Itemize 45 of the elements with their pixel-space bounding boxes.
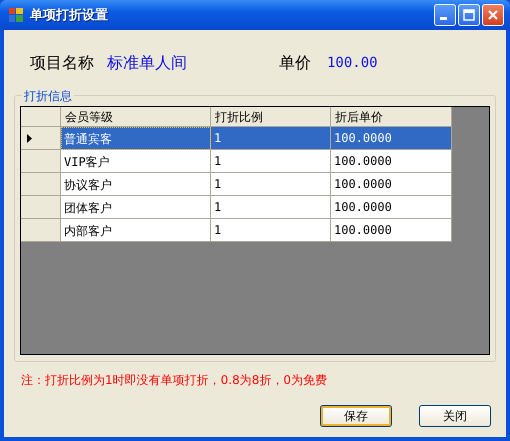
- table-row[interactable]: 团体客户 1 100.0000: [21, 196, 489, 219]
- price-value: 100.00: [327, 55, 378, 71]
- table-cell: 内部客户: [61, 219, 211, 242]
- group-title: 打折信息: [22, 88, 74, 105]
- table-cell: 100.0000: [331, 127, 452, 150]
- minimize-icon: [440, 16, 446, 20]
- table-cell: 团体客户: [61, 196, 211, 219]
- table-cell: 协议客户: [61, 173, 211, 196]
- table-cell: 1: [211, 127, 331, 150]
- column-header[interactable]: 会员等级: [61, 107, 211, 127]
- current-row-icon: [27, 134, 32, 142]
- table-cell: VIP客户: [61, 150, 211, 173]
- table-cell: 1: [211, 150, 331, 173]
- minimize-button[interactable]: [434, 4, 456, 26]
- dialog-button[interactable]: 保存: [320, 405, 392, 427]
- table-row[interactable]: 内部客户 1 100.0000: [21, 219, 489, 242]
- table-cell: 1: [211, 196, 331, 219]
- close-button[interactable]: [482, 4, 504, 26]
- row-header: [21, 173, 61, 196]
- table-cell: 1: [211, 173, 331, 196]
- window-title: 单项打折设置: [30, 7, 108, 24]
- item-name-label: 项目名称: [30, 52, 94, 74]
- dialog-button[interactable]: 关闭: [419, 405, 491, 427]
- table-cell: 100.0000: [331, 173, 452, 196]
- column-header[interactable]: 打折比例: [211, 107, 331, 127]
- table-cell: 100.0000: [331, 196, 452, 219]
- note-text: 注：打折比例为1时即没有单项打折，0.8为8折，0为免费: [20, 372, 328, 389]
- column-header[interactable]: 折后单价: [331, 107, 452, 127]
- table-cell: 普通宾客: [61, 127, 211, 150]
- row-header: [21, 196, 61, 219]
- table-cell: 100.0000: [331, 219, 452, 242]
- item-name-value: 标准单人间: [107, 52, 188, 74]
- maximize-button[interactable]: [458, 4, 480, 26]
- row-header: [21, 107, 61, 127]
- row-header: [21, 150, 61, 173]
- table-row[interactable]: VIP客户 1 100.0000: [21, 150, 489, 173]
- app-icon: [8, 7, 24, 23]
- maximize-icon: [463, 9, 475, 21]
- close-icon: [487, 9, 499, 21]
- price-label: 单价: [279, 52, 311, 74]
- table-cell: 1: [211, 219, 331, 242]
- row-header: [21, 219, 61, 242]
- table-row[interactable]: 普通宾客 1 100.0000: [21, 127, 489, 150]
- table-row[interactable]: 协议客户 1 100.0000: [21, 173, 489, 196]
- table-cell: 100.0000: [331, 150, 452, 173]
